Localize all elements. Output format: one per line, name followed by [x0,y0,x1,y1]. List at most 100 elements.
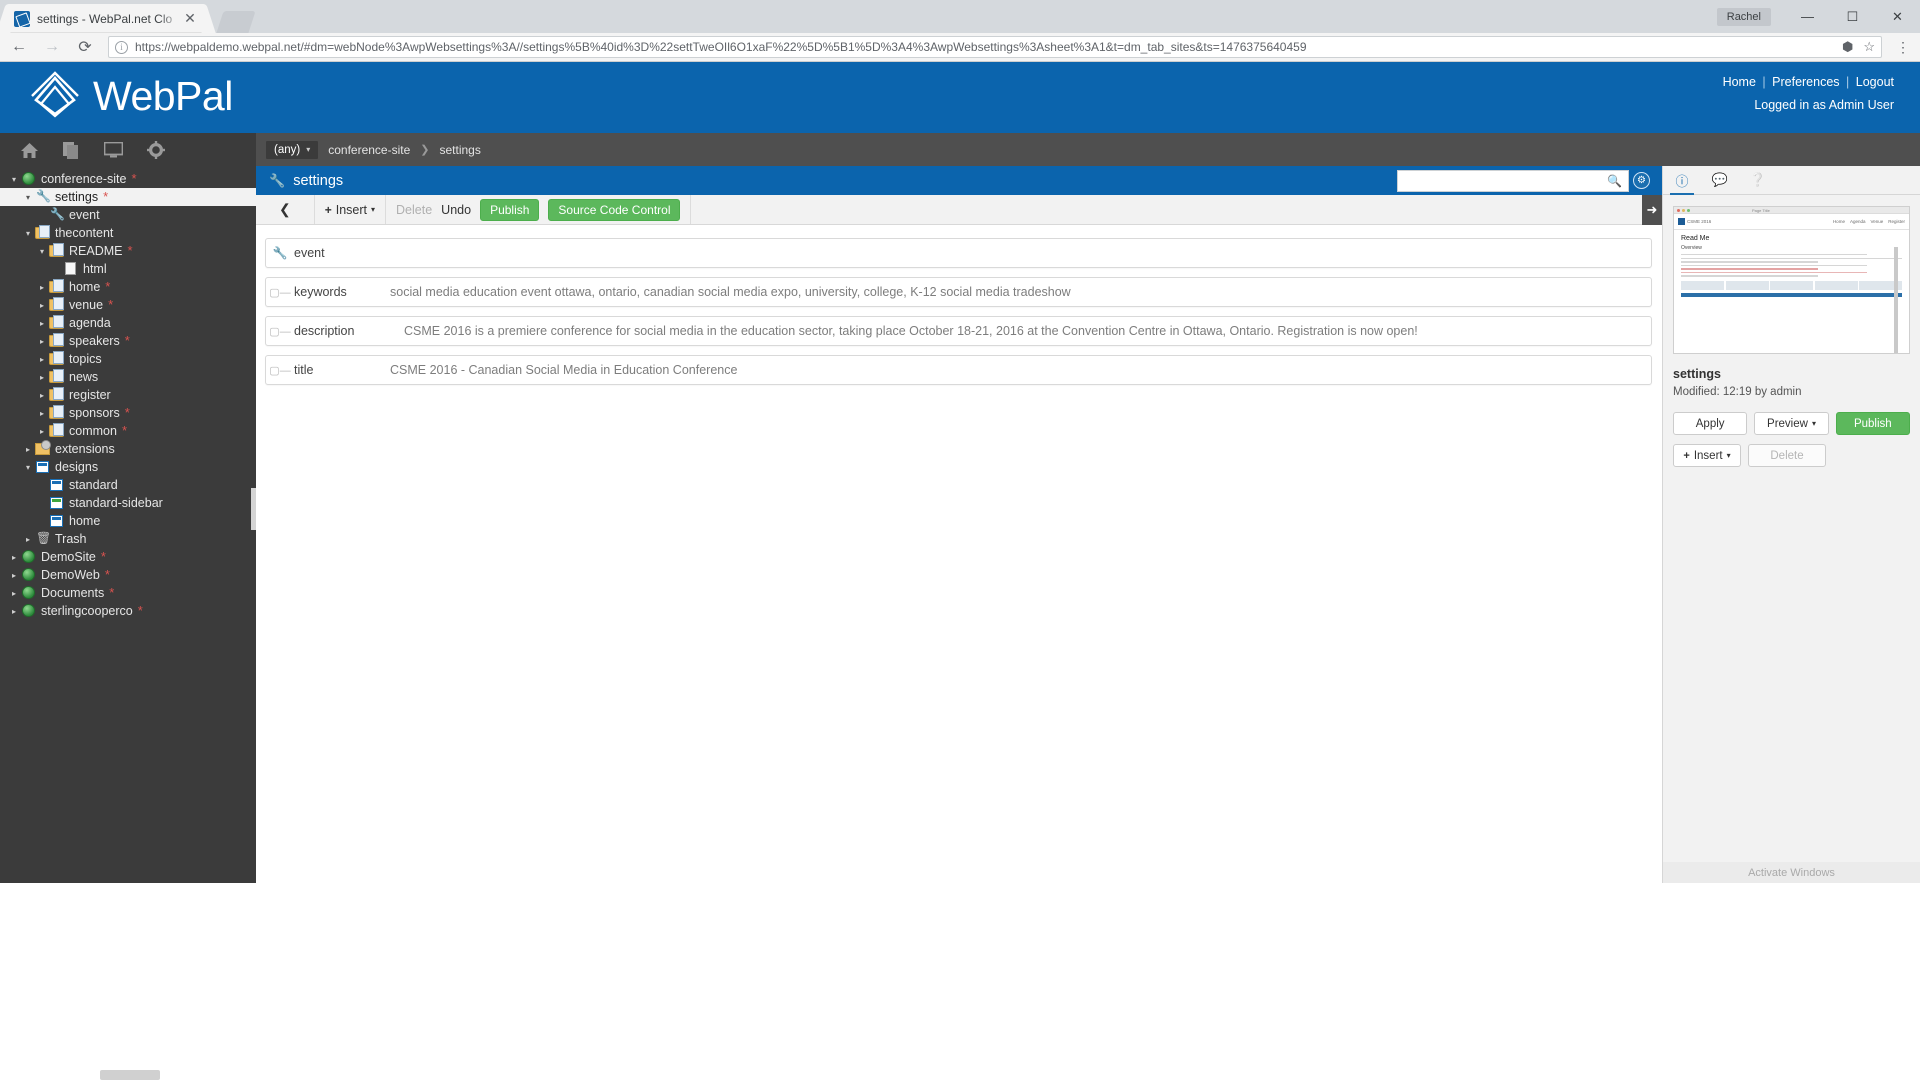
tree-item-topics[interactable]: ▸ topics [0,350,256,368]
field-value[interactable]: CSME 2016 is a premiere conference for s… [404,324,1418,338]
tree-twisty[interactable]: ▾ [22,193,34,202]
tab-close-icon[interactable]: ✕ [182,10,198,27]
field-row-title[interactable]: ▢— title CSME 2016 - Canadian Social Media… [265,355,1652,385]
tree-twisty[interactable]: ▸ [8,589,20,598]
tab-comments[interactable]: 💬 [1701,166,1739,195]
tree-item-trash[interactable]: ▸ 🗑 Trash [0,530,256,548]
kebab-menu-icon[interactable]: ⋮ [1890,39,1916,56]
publish-button[interactable]: Publish [1835,412,1910,435]
tree-twisty[interactable]: ▸ [36,283,48,292]
tree-item-event[interactable]: 🔧 event [0,206,256,224]
tree-item-home[interactable]: home [0,512,256,530]
tree-twisty[interactable]: ▸ [36,337,48,346]
design-green-icon [48,496,65,510]
tree-twisty[interactable]: ▾ [22,229,34,238]
header-link-preferences[interactable]: Preferences [1772,75,1839,89]
insert-button[interactable]: + Insert ▾ [325,203,375,217]
tree-twisty[interactable]: ▸ [36,355,48,364]
header-link-home[interactable]: Home [1723,75,1756,89]
maximize-icon[interactable]: ☐ [1830,0,1875,33]
chevron-left-icon[interactable]: ❮ [266,201,304,218]
star-icon[interactable]: ☆ [1863,39,1875,55]
tree-item-sponsors[interactable]: ▸ sponsors * [0,404,256,422]
monitor-icon[interactable] [103,141,124,161]
preview-button[interactable]: Preview ▾ [1754,412,1829,435]
tree-item-demosite[interactable]: ▸ DemoSite * [0,548,256,566]
tree-item-venue[interactable]: ▸ venue * [0,296,256,314]
delete-button[interactable]: Delete [1748,444,1826,467]
tree-twisty[interactable]: ▾ [36,247,48,256]
tree-twisty[interactable]: ▸ [36,409,48,418]
insert-button[interactable]: + Insert ▾ [1673,444,1741,467]
tree-twisty[interactable]: ▸ [22,535,34,544]
tab-info[interactable]: ⓘ [1663,166,1701,195]
tree-item-common[interactable]: ▸ common * [0,422,256,440]
tree-twisty[interactable]: ▸ [8,607,20,616]
tree-item-settings[interactable]: ▾ 🔧 settings * [0,188,256,206]
copy-icon[interactable] [63,141,80,162]
apply-button[interactable]: Apply [1673,412,1748,435]
tree-item-documents[interactable]: ▸ Documents * [0,584,256,602]
tree-twisty[interactable]: ▾ [8,175,20,184]
field-value[interactable]: CSME 2016 - Canadian Social Media in Edu… [390,363,737,377]
forward-arrow-icon[interactable]: → [38,33,66,61]
page-preview-thumbnail[interactable]: Page Title CSME 2016 Home Agenda Venue R… [1673,206,1910,354]
home-icon[interactable] [20,142,39,162]
tree-twisty[interactable]: ▸ [36,301,48,310]
source-code-control-button[interactable]: Source Code Control [548,198,681,221]
tree-item-designs[interactable]: ▾ designs [0,458,256,476]
address-bar[interactable]: i https://webpaldemo.webpal.net/#dm=webN… [108,36,1882,58]
breadcrumb-scope-selector[interactable]: (any) ▾ [266,140,319,159]
field-value[interactable]: social media education event ottawa, ont… [390,285,1071,299]
tree-twisty[interactable]: ▸ [8,553,20,562]
tree-item-standard-sidebar[interactable]: standard-sidebar [0,494,256,512]
tree-twisty[interactable]: ▾ [22,463,34,472]
tree-item-home[interactable]: ▸ home * [0,278,256,296]
tree-item-register[interactable]: ▸ register [0,386,256,404]
tree-twisty[interactable]: ▸ [36,391,48,400]
tree-item-speakers[interactable]: ▸ speakers * [0,332,256,350]
breadcrumb-item-settings[interactable]: settings [429,143,490,157]
search-icon[interactable]: 🔍 [1607,174,1622,188]
tree-item-thecontent[interactable]: ▾ thecontent [0,224,256,242]
field-row-description[interactable]: ▢— description CSME 2016 is a premiere con… [265,316,1652,346]
tree-item-readme[interactable]: ▾ README * [0,242,256,260]
new-tab-button[interactable] [216,11,256,33]
tree-item-agenda[interactable]: ▸ agenda [0,314,256,332]
undo-button[interactable]: Undo [441,203,471,217]
tree-twisty[interactable]: ▸ [22,445,34,454]
search-box[interactable]: 🔍 [1397,169,1629,192]
back-arrow-icon[interactable]: ← [5,33,33,61]
field-row-event[interactable]: 🔧 event [265,238,1652,268]
profile-chip[interactable]: Rachel [1716,7,1771,26]
tree-item-extensions[interactable]: ▸ extensions [0,440,256,458]
minimize-icon[interactable]: — [1785,0,1830,33]
delete-button[interactable]: Delete [396,203,432,217]
field-row-keywords[interactable]: ▢— keywords social media education event o… [265,277,1652,307]
browser-tab[interactable]: settings - WebPal.net Clo ✕ [8,4,204,33]
tree-item-news[interactable]: ▸ news [0,368,256,386]
search-input[interactable] [1404,173,1608,188]
tree-twisty[interactable]: ▸ [36,373,48,382]
thumbnail-scrollbar[interactable] [1894,247,1898,353]
header-link-logout[interactable]: Logout [1856,75,1894,89]
tab-help[interactable]: ❔ [1739,166,1777,195]
tree-item-standard[interactable]: standard [0,476,256,494]
tree-item-conference-site[interactable]: ▾ conference-site * [0,170,256,188]
tree-item-sterlingcooperco[interactable]: ▸ sterlingcooperco * [0,602,256,620]
reload-icon[interactable]: ⟳ [71,33,99,61]
tree-item-html[interactable]: html [0,260,256,278]
publish-button[interactable]: Publish [480,198,540,221]
tree-twisty[interactable]: ▸ [36,319,48,328]
window-close-icon[interactable]: ✕ [1875,0,1920,33]
tree-twisty[interactable]: ▸ [36,427,48,436]
content-tree[interactable]: ▾ conference-site * ▾ 🔧 settings * 🔧 event ▾ theco… [0,167,256,620]
tree-twisty[interactable]: ▸ [8,571,20,580]
panel-collapse-toggle[interactable]: ➜ [1642,195,1662,225]
breadcrumb-item-conference-site[interactable]: conference-site [318,143,420,157]
extension-icon[interactable]: ⬢ [1842,39,1853,55]
gear-circle-icon[interactable]: ⚙ [1633,172,1650,189]
site-info-icon[interactable]: i [115,40,128,54]
gear-icon[interactable] [147,141,165,162]
tree-item-demoweb[interactable]: ▸ DemoWeb * [0,566,256,584]
